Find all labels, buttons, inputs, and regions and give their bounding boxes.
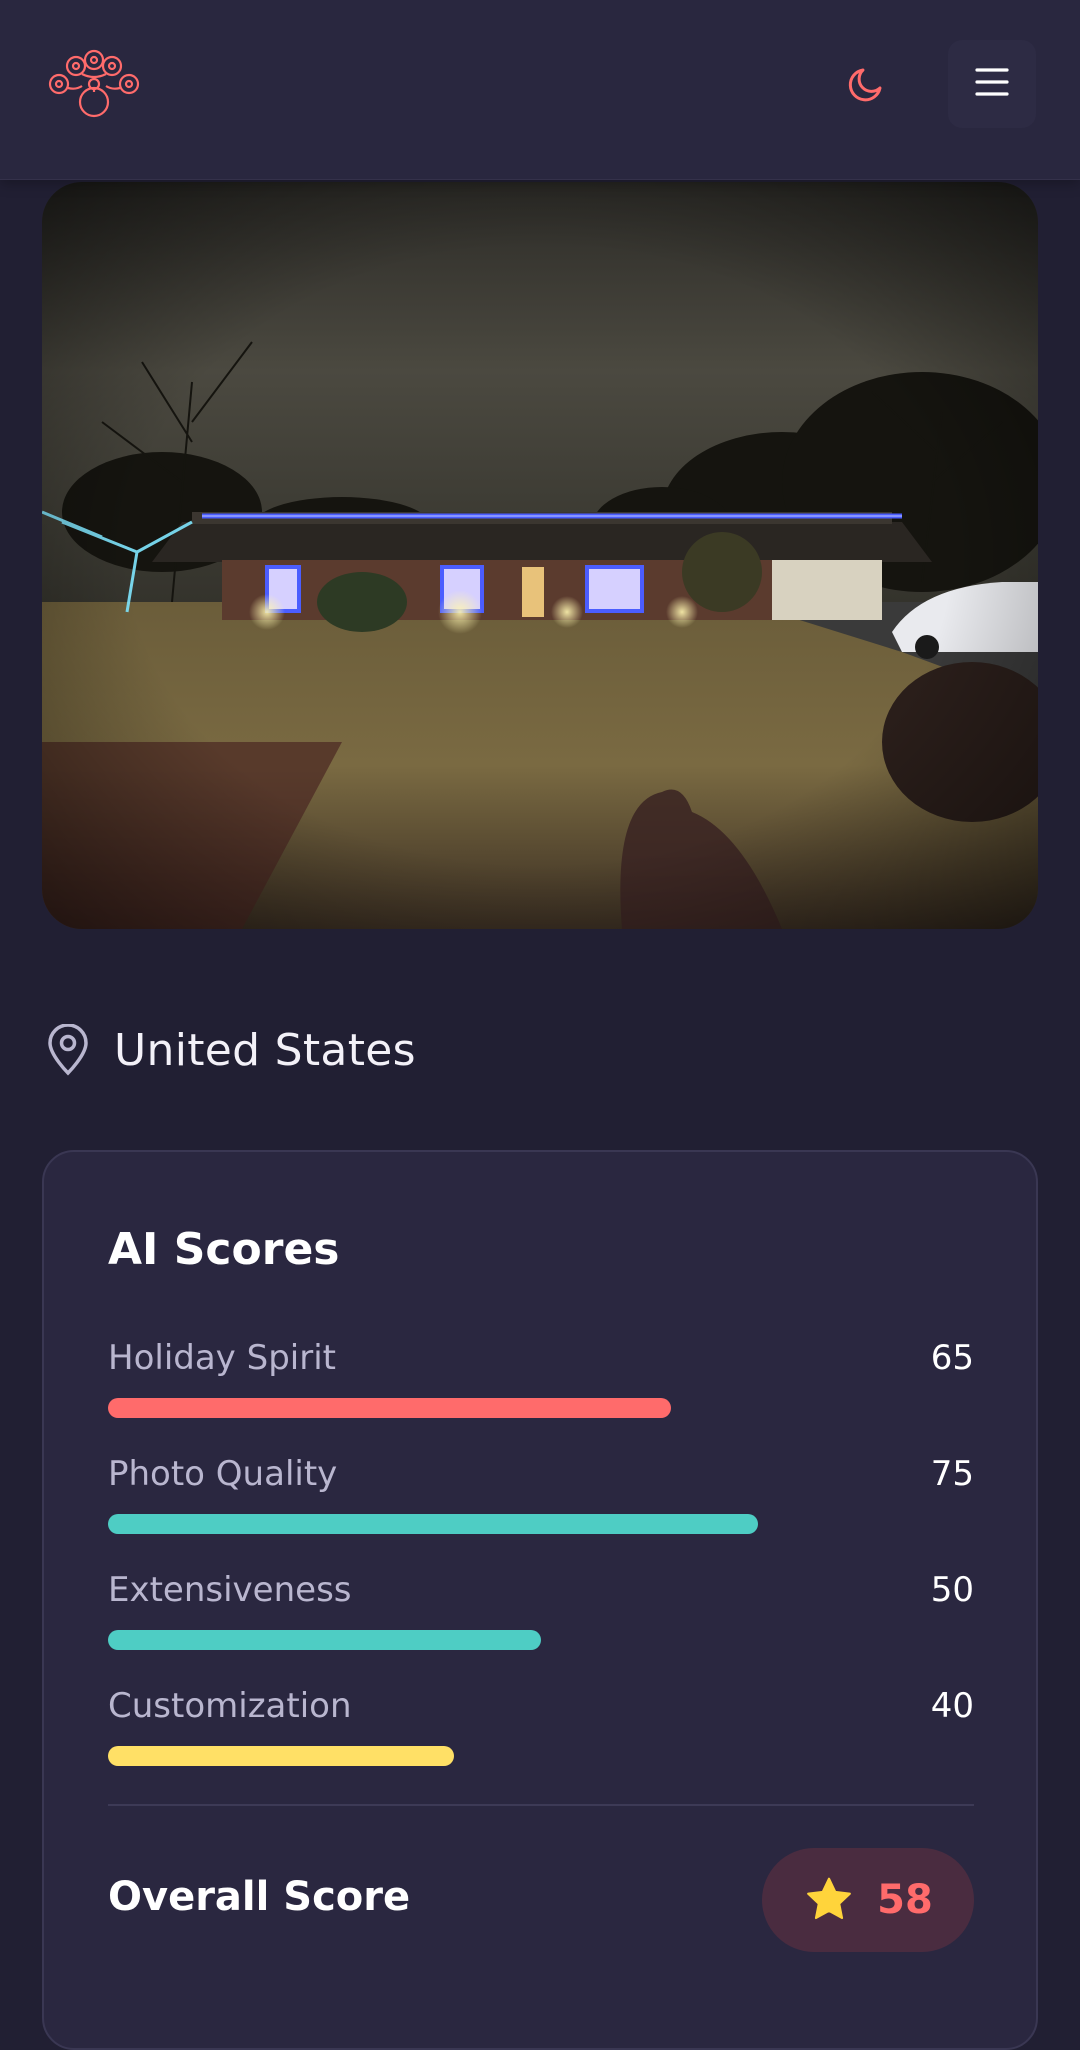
map-pin-icon bbox=[46, 1023, 90, 1076]
theme-toggle-button[interactable] bbox=[838, 58, 894, 114]
location-text: United States bbox=[114, 1024, 416, 1076]
score-bar bbox=[108, 1514, 974, 1534]
score-label: Extensiveness bbox=[108, 1570, 352, 1610]
overall-score-value: 58 bbox=[877, 1877, 933, 1923]
score-bar-fill bbox=[108, 1746, 455, 1766]
score-bar bbox=[108, 1746, 974, 1766]
score-bar-fill bbox=[108, 1630, 541, 1650]
score-bar bbox=[108, 1630, 974, 1650]
score-bar-fill bbox=[108, 1398, 671, 1418]
house-with-holiday-lights-photo[interactable] bbox=[42, 182, 1038, 929]
menu-button[interactable] bbox=[948, 40, 1036, 128]
score-label: Customization bbox=[108, 1686, 352, 1726]
score-label: Photo Quality bbox=[108, 1454, 338, 1494]
score-value: 50 bbox=[930, 1570, 974, 1610]
ai-scores-title: AI Scores bbox=[108, 1224, 340, 1275]
location-row: United States bbox=[46, 1020, 416, 1080]
score-bar-fill bbox=[108, 1514, 758, 1534]
overall-score-badge: 58 bbox=[762, 1848, 974, 1952]
peacock-logo-icon[interactable] bbox=[46, 48, 142, 120]
moon-icon bbox=[846, 64, 886, 108]
hamburger-menu-icon bbox=[975, 67, 1009, 101]
score-bar bbox=[108, 1398, 974, 1418]
overall-score-label: Overall Score bbox=[108, 1874, 411, 1920]
score-label: Holiday Spirit bbox=[108, 1338, 336, 1378]
score-value: 40 bbox=[930, 1686, 974, 1726]
star-icon bbox=[803, 1874, 855, 1926]
divider bbox=[108, 1804, 974, 1806]
score-value: 65 bbox=[930, 1338, 974, 1378]
ai-scores-card: AI Scores Holiday Spirit 65 Photo Qualit… bbox=[42, 1150, 1038, 2050]
app-header bbox=[0, 0, 1080, 180]
score-value: 75 bbox=[930, 1454, 974, 1494]
